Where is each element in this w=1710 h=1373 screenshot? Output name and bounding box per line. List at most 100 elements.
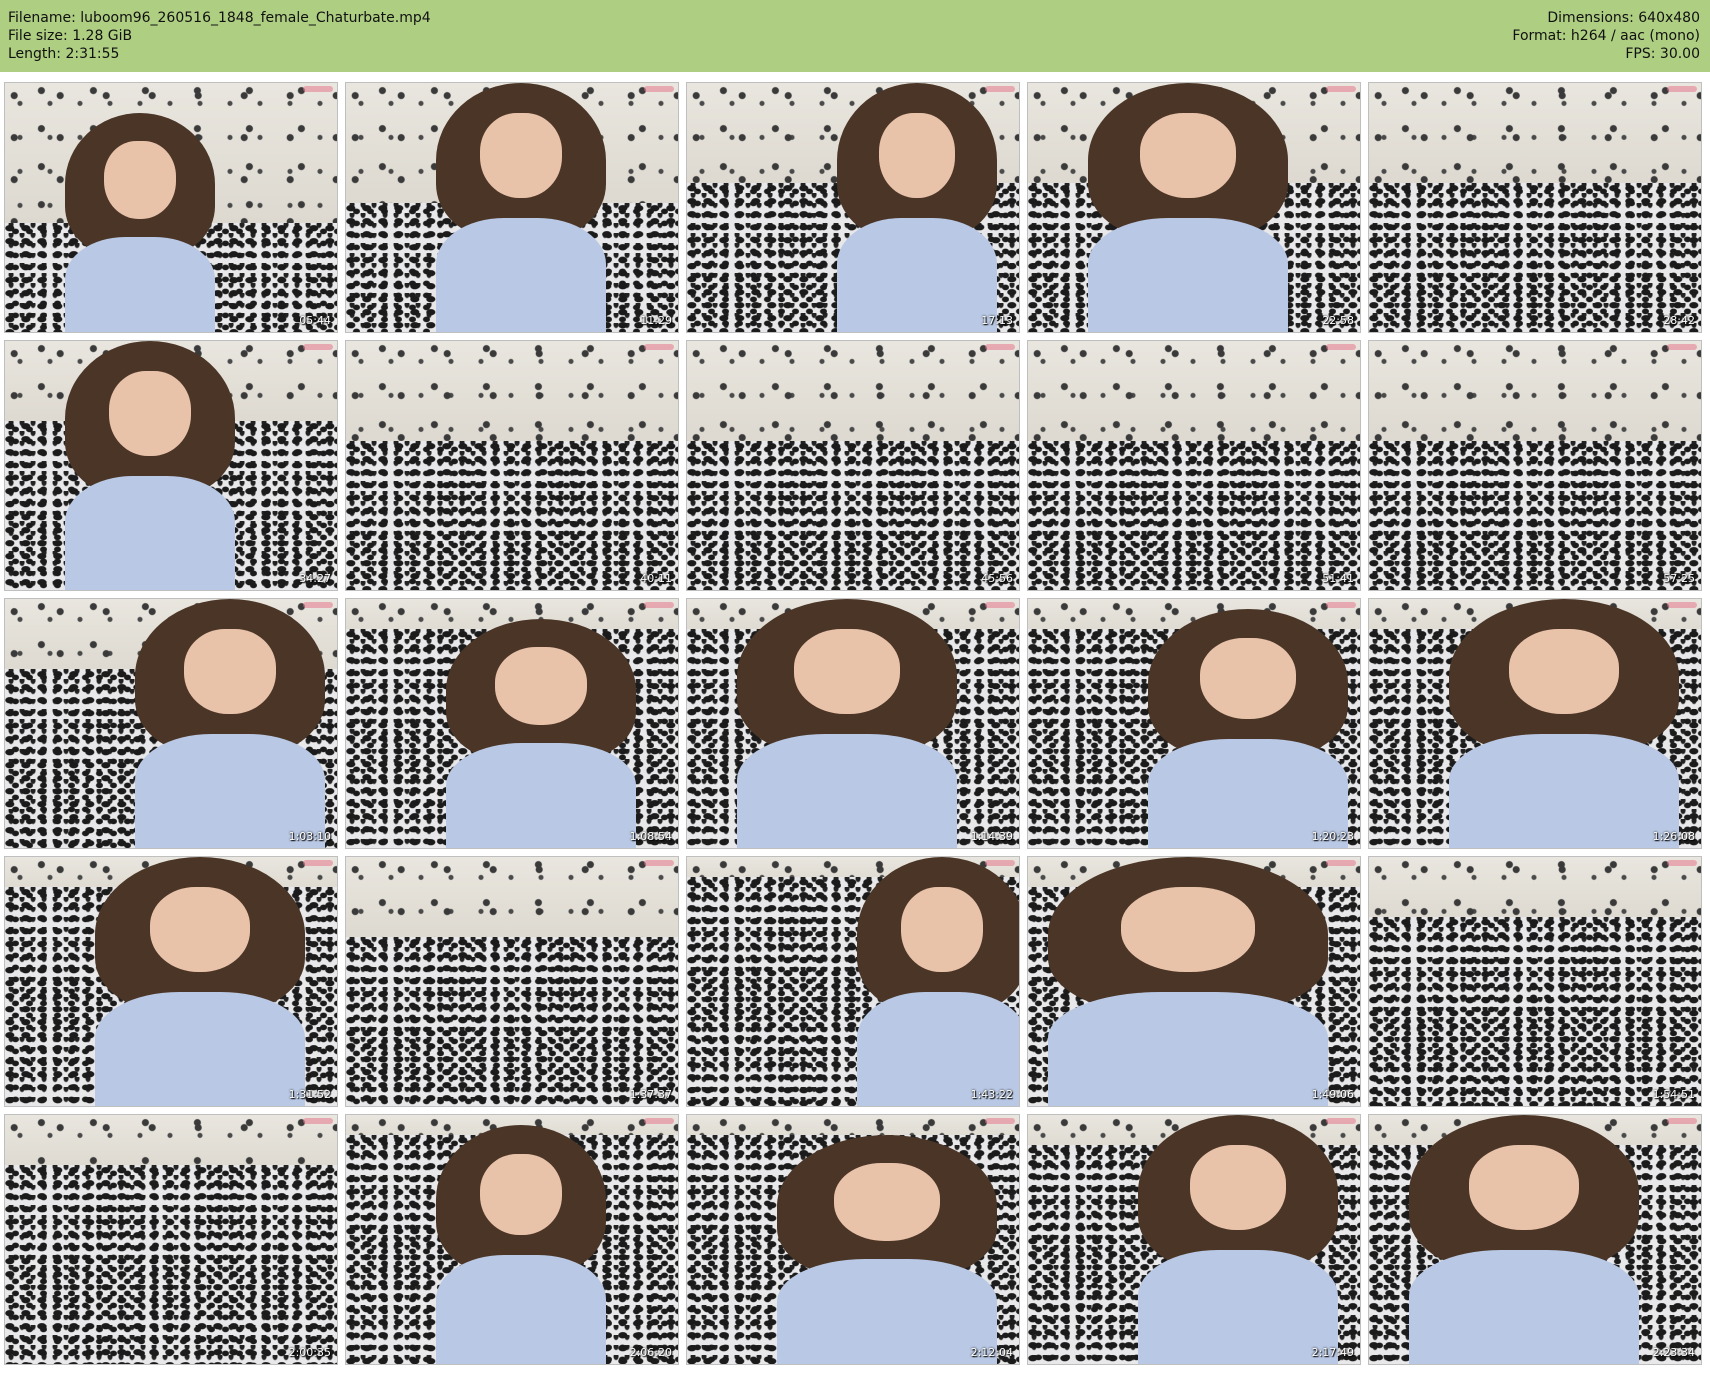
sofa-background [687, 441, 1019, 590]
watermark-logo [303, 344, 333, 350]
timestamp-label: 57:25 [1663, 572, 1695, 585]
person-face [878, 113, 956, 198]
person-shirt [1088, 218, 1288, 332]
thumbnail: 2:17:49 [1027, 1114, 1361, 1365]
person-face [184, 629, 276, 714]
timestamp-label: 34:27 [299, 572, 331, 585]
watermark-logo [644, 344, 674, 350]
thumbnail: 1:54:51 [1368, 856, 1702, 1107]
person-face [495, 646, 587, 725]
watermark-logo [303, 860, 333, 866]
watermark-logo [985, 1118, 1015, 1124]
timestamp-label: 1:54:51 [1652, 1088, 1695, 1101]
watermark-logo [1667, 344, 1697, 350]
person-shirt [1449, 734, 1679, 848]
timestamp-label: 2:06:20 [629, 1346, 672, 1359]
thumbnail: 17:13 [686, 82, 1020, 333]
thumbnail: 40:11 [345, 340, 679, 591]
watermark-logo [985, 86, 1015, 92]
person-figure [1449, 599, 1679, 848]
person-figure [777, 1135, 997, 1364]
person-shirt [65, 476, 235, 590]
person-figure [1138, 1115, 1338, 1364]
timestamp-label: 05:44 [299, 314, 331, 327]
person-shirt [436, 1254, 606, 1364]
thumbnail-grid: 05:44 11:29 17:13 22:58 28:42 34:27 40:11 45:56… [4, 82, 1706, 1369]
timestamp-label: 40:11 [640, 572, 672, 585]
person-face [480, 113, 562, 198]
watermark-logo [985, 602, 1015, 608]
person-shirt [436, 218, 606, 332]
person-figure [837, 83, 997, 332]
timestamp-label: 22:58 [1322, 314, 1354, 327]
timestamp-label: 1:49:06 [1311, 1088, 1354, 1101]
file-info: Filename: luboom96_260516_1848_female_Ch… [8, 9, 431, 63]
watermark-logo [1326, 86, 1356, 92]
watermark-logo [303, 602, 333, 608]
watermark-logo [1326, 344, 1356, 350]
thumbnail: 05:44 [4, 82, 338, 333]
timestamp-label: 1:31:52 [288, 1088, 331, 1101]
sofa-background [1369, 441, 1701, 590]
sofa-background [1369, 183, 1701, 332]
person-shirt [95, 992, 305, 1106]
person-face [480, 1153, 562, 1236]
timestamp-label: 51:41 [1322, 572, 1354, 585]
person-shirt [446, 743, 636, 848]
timestamp-label: 1:03:10 [288, 830, 331, 843]
thumbnail: 51:41 [1027, 340, 1361, 591]
wall-background [346, 341, 678, 451]
timestamp-label: 1:37:37 [629, 1088, 672, 1101]
thumbnail: 1:43:22 [686, 856, 1020, 1107]
thumbnail: 2:23:34 [1368, 1114, 1702, 1365]
watermark-logo [1326, 860, 1356, 866]
format-text: Format: h264 / aac (mono) [1512, 28, 1700, 44]
thumbnail: 1:26:08 [1368, 598, 1702, 849]
person-figure [1409, 1115, 1639, 1364]
timestamp-label: 1:20:23 [1311, 830, 1354, 843]
thumbnail: 34:27 [4, 340, 338, 591]
sofa-background [346, 441, 678, 590]
person-shirt [65, 237, 215, 332]
wall-background [1369, 83, 1701, 193]
person-figure [436, 83, 606, 332]
thumbnail: 1:37:37 [345, 856, 679, 1107]
person-figure [65, 341, 235, 590]
person-face [1508, 629, 1620, 714]
timestamp-label: 11:29 [640, 314, 672, 327]
watermark-logo [985, 860, 1015, 866]
person-face [901, 887, 983, 972]
thumbnail: 57:25 [1368, 340, 1702, 591]
timestamp-label: 17:13 [981, 314, 1013, 327]
watermark-logo [1667, 86, 1697, 92]
sofa-background [1028, 441, 1360, 590]
thumbnail: 22:58 [1027, 82, 1361, 333]
timestamp-label: 2:00:35 [288, 1346, 331, 1359]
person-face [1190, 1145, 1286, 1230]
person-shirt [1409, 1250, 1639, 1364]
person-face [1120, 887, 1256, 972]
person-figure [1088, 83, 1288, 332]
info-header: Filename: luboom96_260516_1848_female_Ch… [0, 0, 1710, 72]
person-face [1140, 113, 1236, 198]
thumbnail: 11:29 [345, 82, 679, 333]
watermark-logo [1326, 1118, 1356, 1124]
watermark-logo [644, 1118, 674, 1124]
thumbnail: 1:08:54 [345, 598, 679, 849]
person-face [104, 140, 176, 219]
person-face [149, 887, 251, 972]
person-figure [1048, 857, 1328, 1106]
thumbnail: 45:56 [686, 340, 1020, 591]
timestamp-label: 45:56 [981, 572, 1013, 585]
person-figure [737, 599, 957, 848]
timestamp-label: 28:42 [1663, 314, 1695, 327]
person-shirt [1048, 992, 1328, 1106]
person-shirt [777, 1259, 997, 1364]
thumbnail: 2:12:04 [686, 1114, 1020, 1365]
timestamp-label: 2:12:04 [970, 1346, 1013, 1359]
watermark-logo [1667, 860, 1697, 866]
person-figure [65, 113, 215, 332]
timestamp-label: 1:14:39 [970, 830, 1013, 843]
fps-text: FPS: 30.00 [1625, 46, 1700, 62]
wall-background [346, 857, 678, 947]
